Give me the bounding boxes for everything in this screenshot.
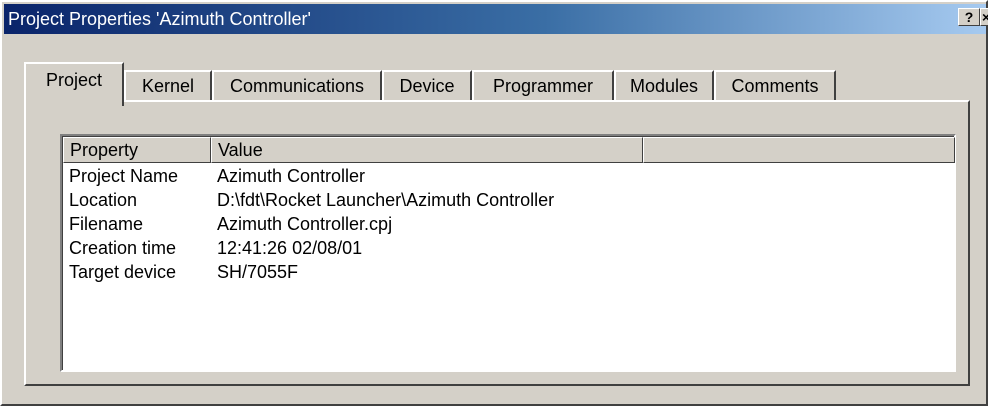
- properties-list[interactable]: Property Value Project Name Azimuth Cont…: [60, 134, 956, 372]
- list-item[interactable]: Filename Azimuth Controller.cpj: [63, 212, 954, 236]
- property-value: Azimuth Controller: [217, 166, 366, 186]
- close-button[interactable]: ×: [980, 8, 988, 26]
- property-value: 12:41:26 02/08/01: [217, 238, 363, 258]
- tab-communications[interactable]: Communications: [212, 70, 382, 102]
- help-button[interactable]: ?: [958, 8, 980, 26]
- tab-panel-project: Property Value Project Name Azimuth Cont…: [24, 100, 970, 386]
- list-header: Property Value: [63, 137, 955, 163]
- property-name: Filename: [69, 214, 144, 234]
- property-value: D:\fdt\Rocket Launcher\Azimuth Controlle…: [217, 190, 555, 210]
- property-name: Creation time: [69, 238, 177, 258]
- list-item[interactable]: Location D:\fdt\Rocket Launcher\Azimuth …: [63, 188, 954, 212]
- tab-device[interactable]: Device: [382, 70, 472, 102]
- column-header-property[interactable]: Property: [63, 137, 211, 163]
- list-item[interactable]: Target device SH/7055F: [63, 260, 954, 284]
- column-header-empty[interactable]: [643, 137, 955, 163]
- tab-comments[interactable]: Comments: [714, 70, 836, 102]
- list-item[interactable]: Creation time 12:41:26 02/08/01: [63, 236, 954, 260]
- window-title: Project Properties 'Azimuth Controller': [8, 9, 311, 29]
- tab-kernel[interactable]: Kernel: [124, 70, 212, 102]
- properties-dialog: Project Properties 'Azimuth Controller' …: [0, 0, 988, 406]
- property-value: Azimuth Controller.cpj: [217, 214, 393, 234]
- title-bar[interactable]: Project Properties 'Azimuth Controller': [4, 4, 986, 34]
- tab-project[interactable]: Project: [24, 62, 124, 106]
- tab-modules[interactable]: Modules: [614, 70, 714, 102]
- column-header-value[interactable]: Value: [211, 137, 643, 163]
- property-value: SH/7055F: [217, 262, 299, 282]
- property-name: Project Name: [69, 166, 179, 186]
- tab-programmer[interactable]: Programmer: [472, 70, 614, 102]
- property-name: Location: [69, 190, 138, 210]
- property-name: Target device: [69, 262, 177, 282]
- list-item[interactable]: Project Name Azimuth Controller: [63, 164, 954, 188]
